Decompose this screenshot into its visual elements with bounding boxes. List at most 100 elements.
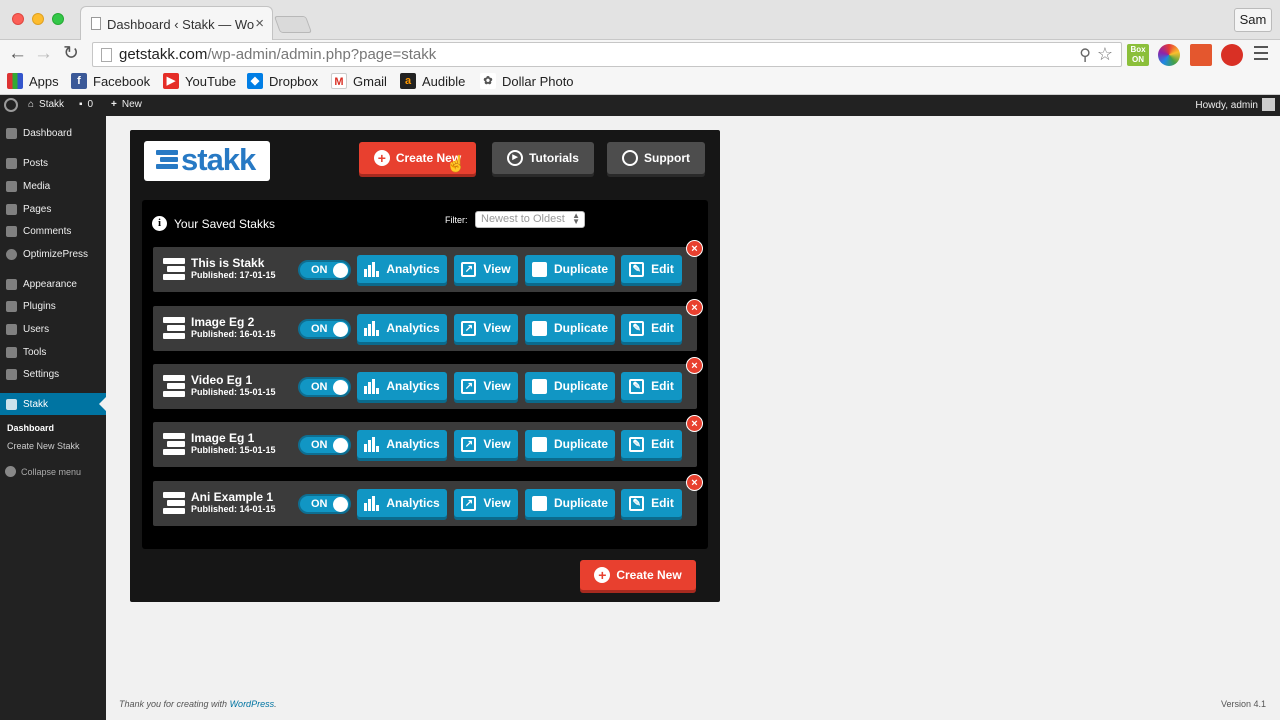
on-toggle[interactable]: ON bbox=[298, 319, 351, 339]
sidebar-item-pages[interactable]: Pages bbox=[0, 198, 106, 220]
sidebar-item-media[interactable]: Media bbox=[0, 175, 106, 197]
bar-chart-icon bbox=[364, 378, 380, 394]
duplicate-icon bbox=[531, 436, 547, 452]
stakk-title: This is Stakk bbox=[191, 256, 265, 270]
window-minimize-button[interactable] bbox=[32, 13, 44, 25]
duplicate-button[interactable]: Duplicate bbox=[525, 314, 615, 342]
delete-stakk-icon[interactable]: × bbox=[686, 357, 703, 374]
new-tab-button[interactable] bbox=[273, 16, 313, 33]
sidebar-item-posts[interactable]: Posts bbox=[0, 152, 106, 174]
create-new-bottom-button[interactable]: + Create New bbox=[580, 560, 696, 590]
sidebar-item-stakk[interactable]: Stakk bbox=[0, 393, 106, 415]
page-icon bbox=[101, 48, 112, 62]
bookmark-facebook[interactable]: f Facebook bbox=[71, 73, 150, 89]
tutorials-button[interactable]: ▶ Tutorials bbox=[492, 142, 594, 174]
bookmarks-bar: Apps f Facebook ▶ YouTube ◆ Dropbox M Gmail … bbox=[0, 69, 1280, 95]
page-icon bbox=[91, 17, 101, 30]
filter-select[interactable]: Newest to Oldest ▲ ▼ bbox=[475, 211, 585, 228]
collapse-menu-button[interactable]: Collapse menu bbox=[5, 466, 81, 477]
sidebar-item-settings[interactable]: Settings bbox=[0, 363, 106, 385]
sidebar-item-users[interactable]: Users bbox=[0, 318, 106, 340]
edit-button[interactable]: ✎ Edit bbox=[621, 314, 682, 342]
analytics-button[interactable]: Analytics bbox=[357, 430, 447, 458]
admin-bar-site[interactable]: ⌂ Stakk bbox=[28, 99, 64, 110]
address-bar[interactable]: getstakk.com/wp-admin/admin.php?page=sta… bbox=[92, 42, 1122, 67]
back-icon[interactable]: ← bbox=[8, 43, 27, 65]
edit-button[interactable]: ✎ Edit bbox=[621, 255, 682, 283]
sidebar-item-optimizepress[interactable]: OptimizePress bbox=[0, 243, 106, 265]
edit-button[interactable]: ✎ Edit bbox=[621, 430, 682, 458]
gmail-icon: M bbox=[331, 73, 347, 89]
home-icon: ⌂ bbox=[28, 99, 35, 110]
sidebar-subitem-dashboard[interactable]: Dashboard bbox=[7, 423, 54, 433]
tab-title: Dashboard ‹ Stakk — WordPress bbox=[107, 17, 255, 32]
sidebar-subitem-create-new-stakk[interactable]: Create New Stakk bbox=[7, 441, 80, 451]
duplicate-button[interactable]: Duplicate bbox=[525, 489, 615, 517]
pages-icon bbox=[6, 203, 17, 215]
view-button[interactable]: ↗ View bbox=[454, 430, 518, 458]
on-toggle[interactable]: ON bbox=[298, 260, 351, 280]
window-close-button[interactable] bbox=[12, 13, 24, 25]
bookmark-dollar-photo[interactable]: ✿ Dollar Photo bbox=[480, 73, 574, 89]
view-button[interactable]: ↗ View bbox=[454, 255, 518, 283]
stop-extension-icon[interactable] bbox=[1221, 44, 1243, 66]
sidebar-item-appearance[interactable]: Appearance bbox=[0, 273, 106, 295]
comment-icon: ▪ bbox=[79, 99, 83, 110]
analytics-button[interactable]: Analytics bbox=[357, 255, 447, 283]
edit-button[interactable]: ✎ Edit bbox=[621, 489, 682, 517]
window-maximize-button[interactable] bbox=[52, 13, 64, 25]
analytics-button[interactable]: Analytics bbox=[357, 372, 447, 400]
bookmark-audible[interactable]: a Audible bbox=[400, 73, 465, 89]
duplicate-button[interactable]: Duplicate bbox=[525, 372, 615, 400]
view-button[interactable]: ↗ View bbox=[454, 314, 518, 342]
avatar[interactable] bbox=[1262, 98, 1275, 111]
delete-stakk-icon[interactable]: × bbox=[686, 299, 703, 316]
tab-close-icon[interactable]: × bbox=[255, 15, 264, 32]
edit-button[interactable]: ✎ Edit bbox=[621, 372, 682, 400]
analytics-button[interactable]: Analytics bbox=[357, 314, 447, 342]
bookmark-star-icon[interactable]: ☆ bbox=[1097, 44, 1113, 65]
delete-stakk-icon[interactable]: × bbox=[686, 240, 703, 257]
edit-icon: ✎ bbox=[629, 320, 645, 336]
sidebar-item-plugins[interactable]: Plugins bbox=[0, 295, 106, 317]
box-on-extension-icon[interactable]: Box ON bbox=[1127, 44, 1149, 66]
sidebar-item-tools[interactable]: Tools bbox=[0, 341, 106, 363]
bookmark-dropbox[interactable]: ◆ Dropbox bbox=[247, 73, 318, 89]
saved-stakks-box: i Your Saved Stakks Filter: Newest to Ol… bbox=[142, 200, 708, 549]
admin-bar-new[interactable]: + New bbox=[111, 99, 142, 110]
bookmark-gmail[interactable]: M Gmail bbox=[331, 73, 387, 89]
pdf-extension-icon[interactable] bbox=[1190, 44, 1212, 66]
toggle-knob bbox=[333, 380, 348, 395]
bookmark-youtube[interactable]: ▶ YouTube bbox=[163, 73, 236, 89]
view-button[interactable]: ↗ View bbox=[454, 489, 518, 517]
on-toggle[interactable]: ON bbox=[298, 377, 351, 397]
optimizepress-icon bbox=[6, 248, 17, 260]
profile-button[interactable]: Sam bbox=[1234, 8, 1272, 32]
analytics-button[interactable]: Analytics bbox=[357, 489, 447, 517]
browser-tabbar: Dashboard ‹ Stakk — WordPress × Sam bbox=[0, 0, 1280, 40]
stakk-published-date: Published: 15-01-15 bbox=[191, 445, 276, 455]
on-toggle[interactable]: ON bbox=[298, 435, 351, 455]
color-wheel-extension-icon[interactable] bbox=[1158, 44, 1180, 66]
sidebar-item-comments[interactable]: Comments bbox=[0, 220, 106, 242]
wordpress-link[interactable]: WordPress bbox=[230, 699, 275, 709]
duplicate-button[interactable]: Duplicate bbox=[525, 255, 615, 283]
edit-icon: ✎ bbox=[629, 436, 645, 452]
view-button[interactable]: ↗ View bbox=[454, 372, 518, 400]
support-button[interactable]: Support bbox=[607, 142, 705, 174]
sidebar-item-dashboard[interactable]: Dashboard bbox=[0, 122, 106, 144]
search-icon[interactable]: ⚲ bbox=[1079, 45, 1091, 65]
forward-icon[interactable]: → bbox=[34, 43, 53, 65]
bookmark-apps[interactable]: Apps bbox=[7, 73, 59, 89]
browser-menu-icon[interactable] bbox=[1254, 46, 1268, 62]
delete-stakk-icon[interactable]: × bbox=[686, 474, 703, 491]
delete-stakk-icon[interactable]: × bbox=[686, 415, 703, 432]
wordpress-logo-icon[interactable] bbox=[4, 98, 18, 112]
duplicate-button[interactable]: Duplicate bbox=[525, 430, 615, 458]
browser-tab[interactable]: Dashboard ‹ Stakk — WordPress × bbox=[80, 6, 273, 40]
admin-bar-comments[interactable]: ▪ 0 bbox=[79, 99, 93, 110]
plugin-icon bbox=[6, 300, 17, 312]
admin-bar-howdy[interactable]: Howdy, admin bbox=[1195, 100, 1258, 111]
on-toggle[interactable]: ON bbox=[298, 494, 351, 514]
reload-icon[interactable]: ↻ bbox=[63, 43, 79, 65]
